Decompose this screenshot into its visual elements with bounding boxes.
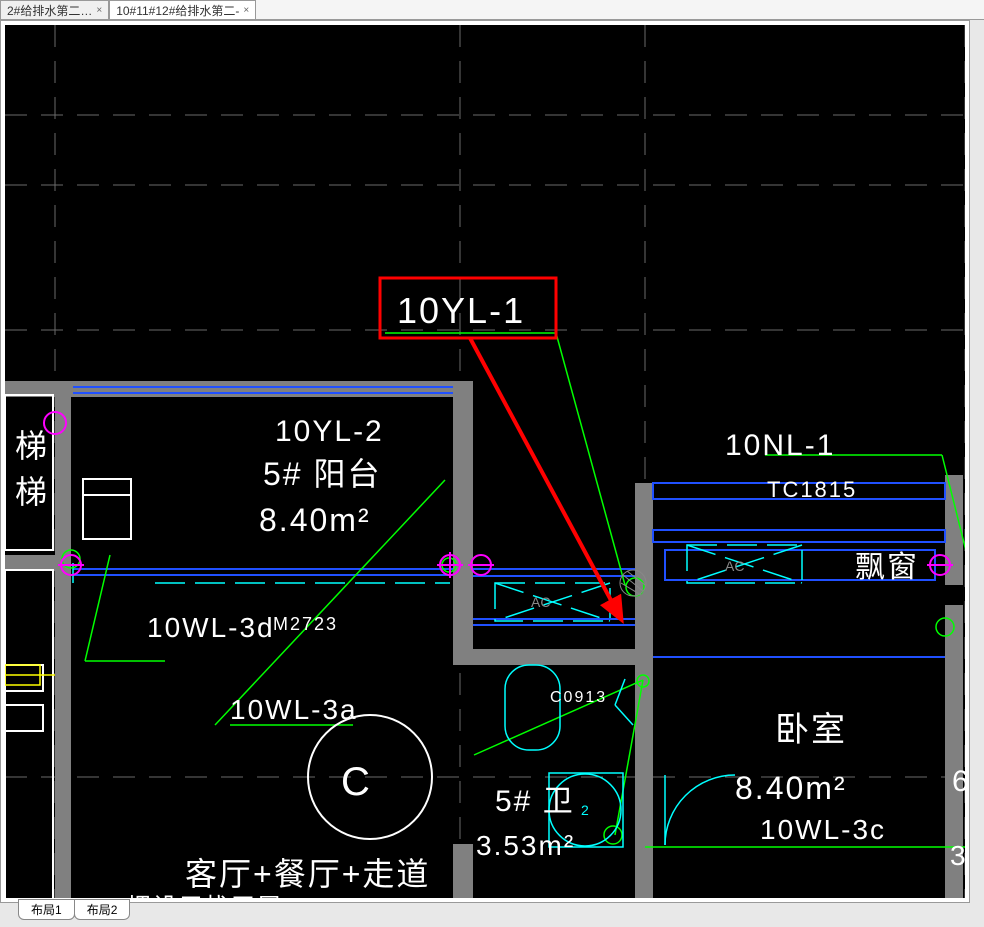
label-balcony-area: 8.40m² xyxy=(259,502,371,538)
drawing-frame: 10YL-1 10YL-2 5# 阳台 8.40m² 10NL-1 TC1815… xyxy=(0,20,970,903)
label-bath: 5# 卫 xyxy=(495,785,575,818)
label-piaochuang: 飘窗 xyxy=(855,551,919,584)
label-bedroom: 卧室 xyxy=(775,711,847,749)
label-six: 6 xyxy=(952,765,965,798)
layout-tab-2[interactable]: 布局2 xyxy=(74,899,131,920)
label-bedroom-area: 8.40m² xyxy=(735,770,847,806)
bottom-tab-bar: 布局1 布局2 xyxy=(18,899,129,920)
label-m2723: M2723 xyxy=(273,614,338,634)
top-tab-bar: 2#给排水第二… × 10#11#12#给排水第二- × xyxy=(0,0,984,20)
label-three: 3. xyxy=(950,840,965,871)
label-two: 2 xyxy=(581,802,589,818)
label-10wl3c: 10WL-3c xyxy=(760,814,886,845)
label-10wl3d: 10WL-3d xyxy=(147,612,275,643)
label-grid-c: C xyxy=(341,760,372,804)
cad-viewport[interactable]: 10YL-1 10YL-2 5# 阳台 8.40m² 10NL-1 TC1815… xyxy=(5,25,965,898)
label-10wl3a: 10WL-3a xyxy=(230,694,358,725)
label-bath-area: 3.53m² xyxy=(476,830,575,861)
label-10nl1: 10NL-1 xyxy=(725,429,835,462)
tab-file-2[interactable]: 10#11#12#给排水第二- × xyxy=(109,0,256,19)
layout-tab-1[interactable]: 布局1 xyxy=(18,899,75,920)
label-balcony: 5# 阳台 xyxy=(263,456,382,492)
label-tc1815: TC1815 xyxy=(767,477,857,502)
label-elev2: 梯 xyxy=(15,474,49,510)
label-ac2: AC xyxy=(725,558,744,574)
label-c0913: C0913 xyxy=(550,689,607,706)
tab-label: 10#11#12#给排水第二- xyxy=(116,2,239,19)
label-10yl2: 10YL-2 xyxy=(275,415,384,448)
label-living: 客厅+餐厅+走道 xyxy=(185,856,430,892)
close-icon[interactable]: × xyxy=(96,5,102,16)
label-10yl1: 10YL-1 xyxy=(397,290,525,331)
label-elev1: 梯 xyxy=(15,428,49,464)
tab-file-1[interactable]: 2#给排水第二… × xyxy=(0,0,109,19)
label-ac1: AC xyxy=(531,594,550,610)
tab-label: 2#给排水第二… xyxy=(7,2,92,19)
label-sub: 埋设于找平层 xyxy=(127,894,283,898)
close-icon[interactable]: × xyxy=(243,5,249,16)
